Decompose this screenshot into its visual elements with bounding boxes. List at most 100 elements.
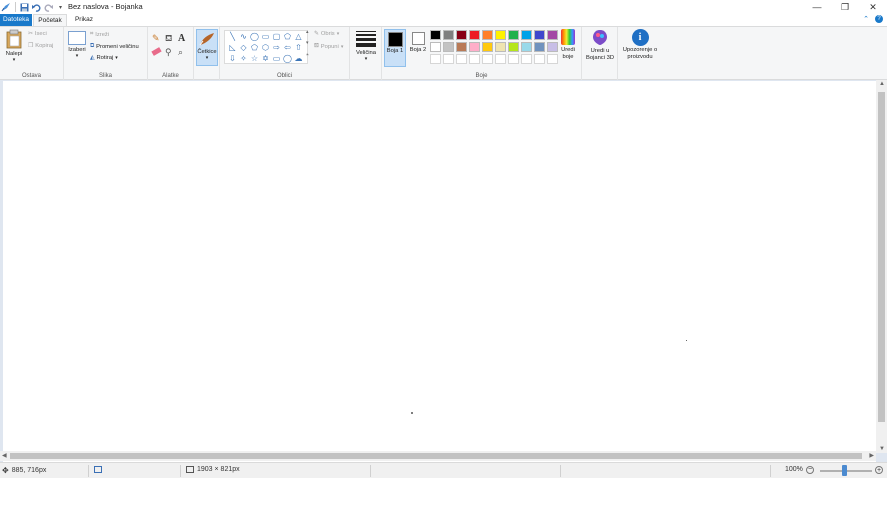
copy-button[interactable]: ❐ Kopiraj xyxy=(28,43,53,49)
palette-swatch[interactable] xyxy=(469,54,480,64)
palette-swatch[interactable] xyxy=(430,54,441,64)
outline-button[interactable]: ✎ Obris ▾ xyxy=(314,31,339,37)
rotate-button[interactable]: ◭ Rotiraj ▾ xyxy=(90,55,118,61)
hexagon-shape-icon[interactable]: ⬡ xyxy=(260,42,271,53)
diamond-shape-icon[interactable]: ◇ xyxy=(238,42,249,53)
scroll-up-arrow-icon[interactable]: ▲ xyxy=(879,81,885,87)
crop-button[interactable]: ⌗ Izreži xyxy=(90,31,109,38)
shapes-scroll-down[interactable]: ▾ xyxy=(306,40,309,46)
select-button[interactable]: Izaberi ▾ xyxy=(66,31,88,59)
fill-tool[interactable]: ⛾ xyxy=(165,33,172,45)
scroll-left-arrow-icon[interactable]: ◀ xyxy=(2,452,7,459)
pentagon-shape-icon[interactable]: ⬠ xyxy=(249,42,260,53)
cut-button[interactable]: ✂ Iseci xyxy=(28,31,47,37)
up-arrow-shape-icon[interactable]: ⇧ xyxy=(293,42,304,53)
palette-swatch[interactable] xyxy=(482,30,493,40)
chevron-up-icon[interactable]: ⌃ xyxy=(863,15,869,23)
palette-swatch[interactable] xyxy=(495,30,506,40)
shapes-scroll-up[interactable]: ▴ xyxy=(306,29,309,35)
five-point-star-shape-icon[interactable]: ☆ xyxy=(249,53,260,64)
customize-toolbar-icon[interactable]: ▾ xyxy=(55,2,66,13)
horizontal-scrollbar[interactable]: ◀ ▶ xyxy=(0,451,876,461)
scroll-down-arrow-icon[interactable]: ▼ xyxy=(879,446,885,452)
brushes-button[interactable]: Četkice ▾ xyxy=(196,29,218,66)
palette-swatch[interactable] xyxy=(443,54,454,64)
rounded-rectangle-shape-icon[interactable]: ▢ xyxy=(271,31,282,42)
palette-swatch[interactable] xyxy=(495,42,506,52)
help-icon[interactable]: ? xyxy=(875,15,883,23)
palette-swatch[interactable] xyxy=(443,42,454,52)
tab-home[interactable]: Početak xyxy=(33,14,67,26)
left-arrow-shape-icon[interactable]: ⇦ xyxy=(282,42,293,53)
product-alert-button[interactable]: i Upozorenje o proizvodu xyxy=(620,29,660,61)
rect-callout-shape-icon[interactable]: ▭ xyxy=(271,53,282,64)
palette-swatch[interactable] xyxy=(430,42,441,52)
vertical-scrollbar[interactable]: ▲ ▼ xyxy=(876,80,887,453)
save-icon[interactable] xyxy=(19,2,30,13)
palette-swatch[interactable] xyxy=(534,54,545,64)
color1-button[interactable]: Boja 1 xyxy=(384,29,406,67)
text-tool[interactable]: A xyxy=(178,33,185,44)
paste-button[interactable]: Nalepi ▾ xyxy=(3,29,25,63)
oval-shape-icon[interactable]: ◯ xyxy=(249,31,260,42)
zoom-in-icon: + xyxy=(875,466,883,474)
eraser-icon xyxy=(151,47,162,56)
horizontal-scroll-thumb[interactable] xyxy=(10,453,862,459)
tab-view[interactable]: Prikaz xyxy=(68,14,100,26)
palette-swatch[interactable] xyxy=(495,54,506,64)
edit-paint3d-button[interactable]: Uredi u Bojanci 3D xyxy=(584,29,616,62)
minimize-button[interactable]: — xyxy=(803,0,831,14)
oval-callout-shape-icon[interactable]: ◯ xyxy=(282,53,293,64)
curve-shape-icon[interactable]: ∿ xyxy=(238,31,249,42)
line-shape-icon[interactable]: ╲ xyxy=(227,31,238,42)
zoom-in-button[interactable]: + xyxy=(875,466,883,474)
triangle-shape-icon[interactable]: △ xyxy=(293,31,304,42)
zoom-out-button[interactable]: − xyxy=(806,466,814,474)
scroll-right-arrow-icon[interactable]: ▶ xyxy=(869,452,874,459)
palette-swatch[interactable] xyxy=(521,30,532,40)
palette-swatch[interactable] xyxy=(469,42,480,52)
color2-button[interactable]: Boja 2 xyxy=(407,29,429,67)
palette-swatch[interactable] xyxy=(456,30,467,40)
size-button[interactable]: Veličina ▾ xyxy=(354,31,378,62)
palette-swatch[interactable] xyxy=(508,54,519,64)
cloud-callout-shape-icon[interactable]: ☁ xyxy=(293,53,304,64)
palette-swatch[interactable] xyxy=(443,30,454,40)
shapes-gallery[interactable]: ╲ ∿ ◯ ▭ ▢ ⬠ △ ◺ ◇ ⬠ ⬡ ⇨ ⇦ ⇧ ⇩ ✧ ☆ ✡ ▭ ◯ … xyxy=(224,30,308,64)
palette-swatch[interactable] xyxy=(534,42,545,52)
palette-swatch[interactable] xyxy=(456,42,467,52)
right-arrow-shape-icon[interactable]: ⇨ xyxy=(271,42,282,53)
pencil-tool[interactable]: ✎ xyxy=(152,33,160,44)
palette-swatch[interactable] xyxy=(521,42,532,52)
vertical-scroll-thumb[interactable] xyxy=(878,92,885,422)
palette-swatch[interactable] xyxy=(508,42,519,52)
four-point-star-shape-icon[interactable]: ✧ xyxy=(238,53,249,64)
resize-button[interactable]: ⧉ Promeni veličinu xyxy=(90,43,139,50)
palette-swatch[interactable] xyxy=(482,54,493,64)
palette-swatch[interactable] xyxy=(534,30,545,40)
six-point-star-shape-icon[interactable]: ✡ xyxy=(260,53,271,64)
maximize-button[interactable]: ❐ xyxy=(831,0,859,14)
rectangle-shape-icon[interactable]: ▭ xyxy=(260,31,271,42)
close-button[interactable]: ✕ xyxy=(859,0,887,14)
zoom-slider-thumb[interactable] xyxy=(842,465,847,476)
palette-swatch[interactable] xyxy=(430,30,441,40)
polygon-shape-icon[interactable]: ⬠ xyxy=(282,31,293,42)
tab-file[interactable]: Datoteka xyxy=(0,14,32,26)
palette-swatch[interactable] xyxy=(482,42,493,52)
eraser-tool[interactable] xyxy=(151,47,162,56)
right-triangle-shape-icon[interactable]: ◺ xyxy=(227,42,238,53)
fill-button[interactable]: ⛾ Popuni ▾ xyxy=(314,43,343,50)
palette-swatch[interactable] xyxy=(469,30,480,40)
color-picker-tool[interactable]: ⚲ xyxy=(165,47,172,58)
magnifier-tool[interactable]: ⌕ xyxy=(178,47,183,58)
down-arrow-shape-icon[interactable]: ⇩ xyxy=(227,53,238,64)
redo-icon[interactable] xyxy=(43,2,54,13)
shapes-expand[interactable]: ⩡ xyxy=(306,52,309,58)
undo-icon[interactable] xyxy=(31,2,42,13)
palette-swatch[interactable] xyxy=(521,54,532,64)
palette-swatch[interactable] xyxy=(508,30,519,40)
palette-swatch[interactable] xyxy=(456,54,467,64)
paint-app-icon[interactable] xyxy=(0,2,11,13)
edit-colors-button[interactable]: Uredi boje xyxy=(556,29,580,61)
